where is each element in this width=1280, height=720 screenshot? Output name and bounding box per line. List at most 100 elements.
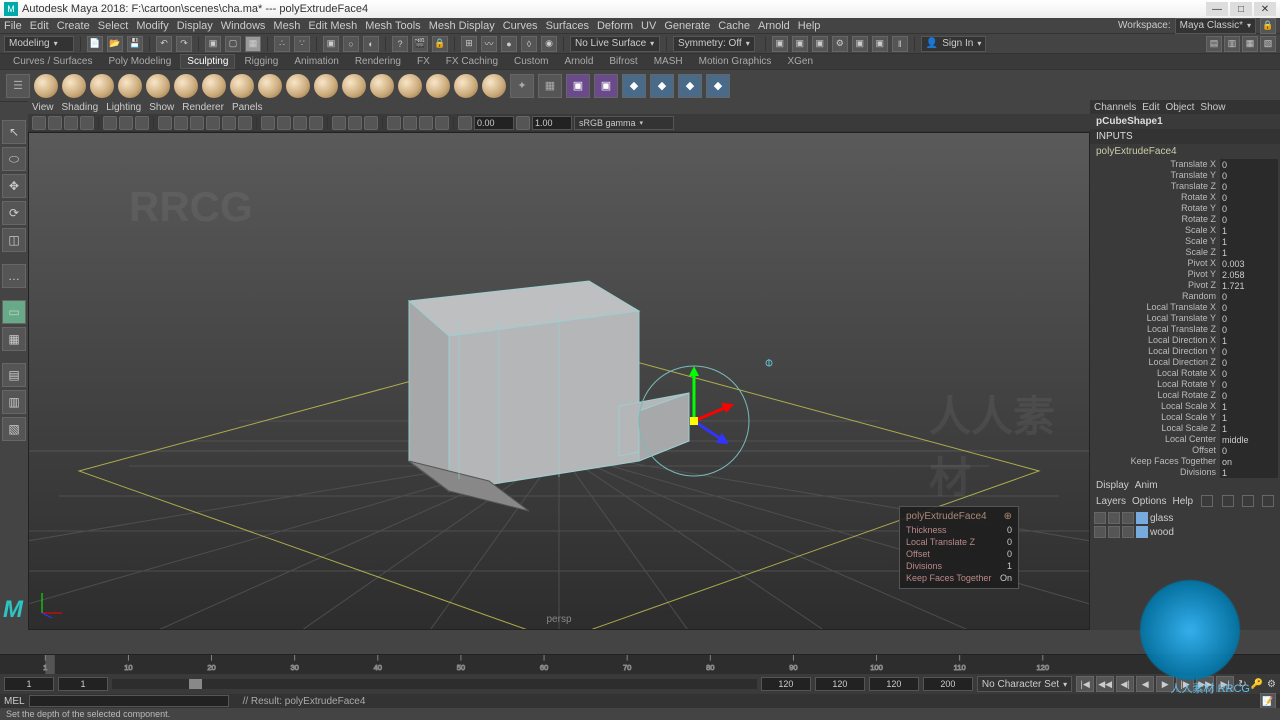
- brush-sphere-8[interactable]: [230, 74, 254, 98]
- vp-grid-icon-6[interactable]: [238, 116, 252, 130]
- popup-row[interactable]: Keep Faces TogetherOn: [906, 572, 1012, 584]
- popup-row[interactable]: Local Translate Z0: [906, 536, 1012, 548]
- select-icon-2[interactable]: ▢: [225, 36, 241, 52]
- panel-layout-icon-4[interactable]: ▧: [1260, 36, 1276, 52]
- menu-curves[interactable]: Curves: [503, 20, 538, 32]
- layer-vis-toggle[interactable]: [1094, 526, 1106, 538]
- menu-modify[interactable]: Modify: [136, 20, 168, 32]
- layer-tab-layers[interactable]: Layers: [1096, 496, 1126, 507]
- layer-ref-toggle[interactable]: [1122, 512, 1134, 524]
- mel-label[interactable]: MEL: [4, 696, 25, 707]
- vp-grid-icon-4[interactable]: [206, 116, 220, 130]
- attr-row[interactable]: Divisions1: [1092, 467, 1278, 478]
- attr-row[interactable]: Local Translate Y0: [1092, 313, 1278, 324]
- cb-tab-object[interactable]: Object: [1166, 102, 1195, 113]
- menu-create[interactable]: Create: [57, 20, 90, 32]
- shelf-tab-curves-surfaces[interactable]: Curves / Surfaces: [6, 54, 99, 69]
- vp-grid-icon-2[interactable]: [174, 116, 188, 130]
- save-file-icon[interactable]: 💾: [127, 36, 143, 52]
- brush-sphere-11[interactable]: [314, 74, 338, 98]
- range-slider-bar[interactable]: [112, 679, 757, 689]
- brush-sphere-1[interactable]: [34, 74, 58, 98]
- attr-row[interactable]: Local Rotate Z0: [1092, 390, 1278, 401]
- snap-grid-icon[interactable]: ⊞: [461, 36, 477, 52]
- menu-mesh-display[interactable]: Mesh Display: [429, 20, 495, 32]
- blue-tool-4[interactable]: ◆: [706, 74, 730, 98]
- render-view-icon-2[interactable]: ▣: [872, 36, 888, 52]
- shelf-tab-rigging[interactable]: Rigging: [237, 54, 285, 69]
- shelf-tab-fx-caching[interactable]: FX Caching: [439, 54, 505, 69]
- render-current-icon[interactable]: ▣: [772, 36, 788, 52]
- attr-row[interactable]: Pivot Z1.721: [1092, 280, 1278, 291]
- panel-config-1[interactable]: ▤: [2, 363, 26, 387]
- attr-row[interactable]: Local Direction X1: [1092, 335, 1278, 346]
- attr-row[interactable]: Random0: [1092, 291, 1278, 302]
- layer-tab-help[interactable]: Help: [1172, 496, 1193, 507]
- cb-tab-channels[interactable]: Channels: [1094, 102, 1136, 113]
- frame-fwd-button[interactable]: |▶: [1176, 676, 1194, 692]
- menu-mesh[interactable]: Mesh: [273, 20, 300, 32]
- loop-button[interactable]: ↻: [1238, 679, 1246, 690]
- vp-shade-icon[interactable]: [261, 116, 275, 130]
- layer-ref-toggle[interactable]: [1122, 526, 1134, 538]
- vp-grid-icon[interactable]: [158, 116, 172, 130]
- attr-row[interactable]: Local Direction Y0: [1092, 346, 1278, 357]
- attr-row[interactable]: Local Rotate Y0: [1092, 379, 1278, 390]
- help-icon[interactable]: ?: [392, 36, 408, 52]
- layer-icon-2[interactable]: [1222, 495, 1234, 507]
- symmetry-dropdown[interactable]: Symmetry: Off: [673, 36, 755, 52]
- vp-display-icon-2[interactable]: [119, 116, 133, 130]
- lock-icon[interactable]: 🔒: [1260, 18, 1276, 34]
- step-back-button[interactable]: ◀◀: [1096, 676, 1114, 692]
- vp-shade-icon-2[interactable]: [277, 116, 291, 130]
- attr-row[interactable]: Rotate Y0: [1092, 203, 1278, 214]
- vp-shade-icon-4[interactable]: [309, 116, 323, 130]
- shelf-tab-xgen[interactable]: XGen: [780, 54, 820, 69]
- brush-sphere-3[interactable]: [90, 74, 114, 98]
- redo-icon[interactable]: ↷: [176, 36, 192, 52]
- attr-row[interactable]: Translate Z0: [1092, 181, 1278, 192]
- popup-row[interactable]: Thickness0: [906, 524, 1012, 536]
- brush-sphere-17[interactable]: [482, 74, 506, 98]
- vp-cam-icon-3[interactable]: [80, 116, 94, 130]
- pause-icon[interactable]: ‖: [892, 36, 908, 52]
- viewport-3d[interactable]: RRCG 人人素材 persp polyExtrudeFace4⊕ Thickn…: [28, 132, 1090, 630]
- node-name[interactable]: pCubeShape1: [1096, 116, 1163, 127]
- vp-gamma-value[interactable]: [474, 116, 514, 130]
- attr-row[interactable]: Local Translate X0: [1092, 302, 1278, 313]
- layer-icon-4[interactable]: [1262, 495, 1274, 507]
- menu-edit-mesh[interactable]: Edit Mesh: [308, 20, 357, 32]
- vp-menu-panels[interactable]: Panels: [232, 102, 263, 113]
- open-file-icon[interactable]: 📂: [107, 36, 123, 52]
- field-b[interactable]: [923, 677, 973, 691]
- snap-icon-2[interactable]: ∵: [294, 36, 310, 52]
- play-start-button[interactable]: |◀: [1076, 676, 1094, 692]
- vp-iso-icon-3[interactable]: [419, 116, 433, 130]
- menu-file[interactable]: File: [4, 20, 22, 32]
- purple-tool-1[interactable]: ▣: [566, 74, 590, 98]
- shelf-tab-sculpting[interactable]: Sculpting: [180, 54, 235, 69]
- attr-row[interactable]: Local Scale X1: [1092, 401, 1278, 412]
- scale-tool[interactable]: ◫: [2, 228, 26, 252]
- panel-config-2[interactable]: ▥: [2, 390, 26, 414]
- brush-sphere-9[interactable]: [258, 74, 282, 98]
- render-seq-icon[interactable]: ▣: [812, 36, 828, 52]
- attr-row[interactable]: Translate X0: [1092, 159, 1278, 170]
- shelf-menu-icon[interactable]: ☰: [6, 74, 30, 98]
- select-icon-3[interactable]: ▦: [245, 36, 261, 52]
- cb-tab-edit[interactable]: Edit: [1142, 102, 1159, 113]
- attr-row[interactable]: Rotate X0: [1092, 192, 1278, 203]
- panel-config-3[interactable]: ▧: [2, 417, 26, 441]
- vp-menu-show[interactable]: Show: [149, 102, 174, 113]
- menu-help[interactable]: Help: [798, 20, 821, 32]
- single-pane-icon[interactable]: ▭: [2, 300, 26, 324]
- range-start-outer[interactable]: [4, 677, 54, 691]
- vp-exposure-icon[interactable]: [516, 116, 530, 130]
- vp-grid-icon-5[interactable]: [222, 116, 236, 130]
- last-tool[interactable]: …: [2, 264, 26, 288]
- brush-sphere-6[interactable]: [174, 74, 198, 98]
- attr-row[interactable]: Local Translate Z0: [1092, 324, 1278, 335]
- frame-back-button[interactable]: ◀|: [1116, 676, 1134, 692]
- attr-row[interactable]: Scale Z1: [1092, 247, 1278, 258]
- vp-menu-lighting[interactable]: Lighting: [106, 102, 141, 113]
